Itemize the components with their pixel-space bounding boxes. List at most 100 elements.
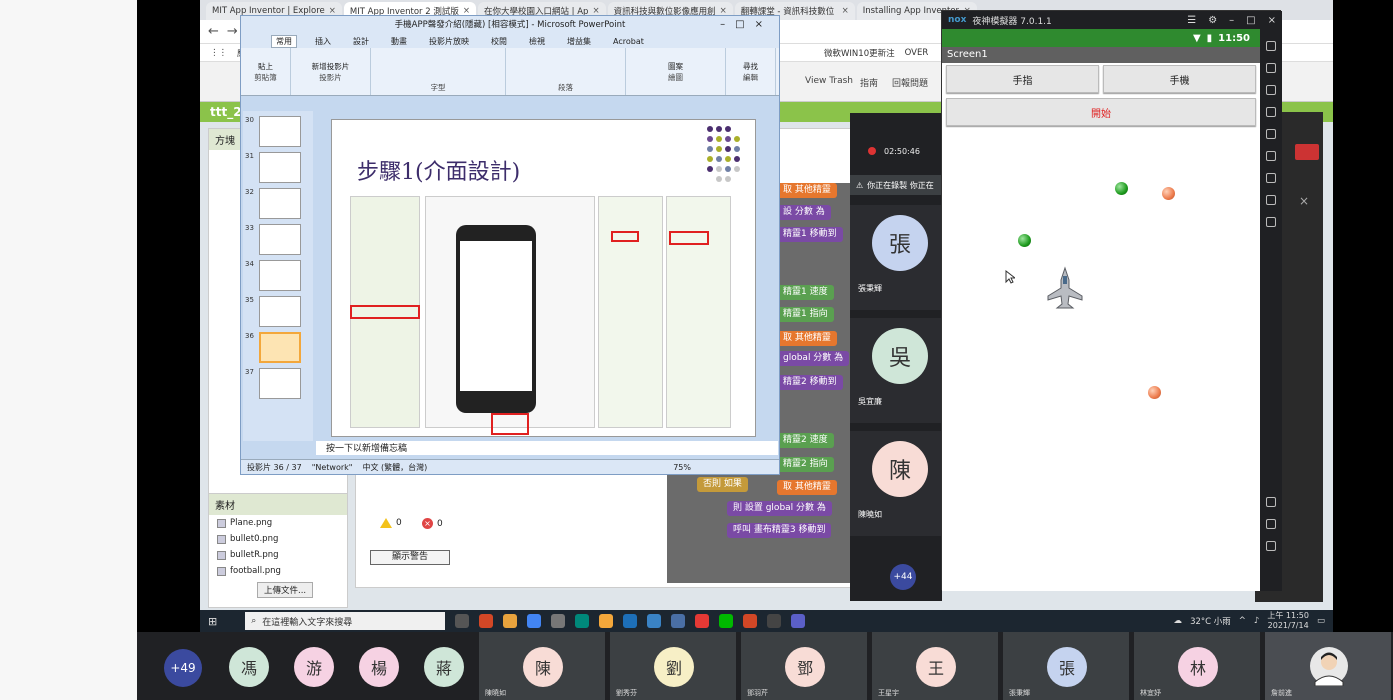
code-block[interactable]: 則 設置 global 分數 為 xyxy=(727,501,832,516)
more-participants-badge[interactable]: +44 xyxy=(890,564,916,590)
participant-tile[interactable]: 劉 劉秀芬 xyxy=(610,632,738,700)
guide-link[interactable]: 指南 xyxy=(860,76,878,89)
app-icon[interactable] xyxy=(575,614,590,628)
window-controls[interactable]: ☰ ⚙ – □ × xyxy=(1187,15,1282,26)
avatar[interactable]: 馮 xyxy=(229,647,269,687)
close-icon[interactable]: × xyxy=(1299,194,1309,208)
slide-thumb[interactable]: 32 xyxy=(245,188,313,219)
app-screen[interactable]: 手指 手機 開始 xyxy=(942,63,1260,591)
forward-icon[interactable]: → xyxy=(227,24,238,39)
slide-thumb[interactable]: 30 xyxy=(245,116,313,147)
view-trash-link[interactable]: View Trash xyxy=(805,76,853,86)
slide-canvas[interactable]: 步驟1(介面設計) xyxy=(331,119,756,437)
media-item[interactable]: bullet0.png xyxy=(209,531,347,547)
participant-tile[interactable]: 陳 陳曉如 xyxy=(850,431,942,536)
app-icon[interactable] xyxy=(695,614,710,628)
find-button[interactable]: 尋找 xyxy=(743,61,758,72)
code-block[interactable]: 精靈2 指向 xyxy=(777,457,834,472)
media-item[interactable]: Plane.png xyxy=(209,515,347,531)
new-slide-button[interactable]: 新增投影片 xyxy=(312,61,350,72)
slide-thumb[interactable]: 35 xyxy=(245,296,313,327)
tab-review[interactable]: 校閱 xyxy=(487,36,511,47)
app-icon[interactable] xyxy=(671,614,686,628)
code-block[interactable]: 取 其他精靈 xyxy=(777,331,837,346)
self-view-tile[interactable]: 詹前進 xyxy=(1265,632,1393,700)
chrome-icon[interactable] xyxy=(527,614,542,628)
tab-insert[interactable]: 插入 xyxy=(311,36,335,47)
paste-button[interactable]: 貼上 xyxy=(258,61,273,72)
code-block[interactable]: 否則 如果 xyxy=(697,477,748,492)
code-block[interactable]: 精靈2 移動到 xyxy=(777,375,843,390)
slide-thumb[interactable]: 37 xyxy=(245,368,313,399)
file-explorer-icon[interactable] xyxy=(503,614,518,628)
orange-ball-sprite[interactable] xyxy=(1162,187,1175,200)
participant-tile[interactable]: 張 張秉輝 xyxy=(850,205,942,310)
code-block[interactable]: global 分數 為 xyxy=(777,351,850,366)
fullscreen-icon[interactable] xyxy=(1266,41,1276,51)
scissors-icon[interactable] xyxy=(1266,195,1276,205)
code-block[interactable]: 精靈2 速度 xyxy=(777,433,834,448)
app-icon[interactable] xyxy=(551,614,566,628)
finger-button[interactable]: 手指 xyxy=(946,65,1099,93)
code-block[interactable]: 呼叫 畫布精靈3 移動到 xyxy=(727,523,832,538)
code-block[interactable]: 精靈1 移動到 xyxy=(777,227,843,242)
code-block[interactable]: 取 其他精靈 xyxy=(777,183,837,198)
app-icon[interactable] xyxy=(743,614,758,628)
notification-icon[interactable]: ▭ xyxy=(1317,616,1325,626)
tab-view[interactable]: 檢視 xyxy=(525,36,549,47)
slide-thumb[interactable]: 33 xyxy=(245,224,313,255)
participant-tile[interactable]: 張 張秉輝 xyxy=(1003,632,1131,700)
chevron-up-icon[interactable]: ^ xyxy=(1239,616,1246,626)
code-block[interactable]: 取 其他精靈 xyxy=(777,480,837,495)
weather-text[interactable]: 32°C 小雨 xyxy=(1190,615,1231,627)
recents-icon[interactable] xyxy=(1266,541,1276,551)
avatar[interactable]: 蔣 xyxy=(424,647,464,687)
app-icon[interactable] xyxy=(599,614,614,628)
slide-thumb[interactable]: 34 xyxy=(245,260,313,291)
back-icon[interactable]: ← xyxy=(208,24,219,39)
code-block[interactable]: 精靈1 指向 xyxy=(777,307,834,322)
screen-icon[interactable] xyxy=(1266,129,1276,139)
apps-icon[interactable]: ⋮⋮ xyxy=(210,48,227,58)
add-apk-icon[interactable] xyxy=(1266,151,1276,161)
media-item[interactable]: football.png xyxy=(209,563,347,579)
avatar[interactable]: 游 xyxy=(294,647,334,687)
lock-icon[interactable] xyxy=(1266,173,1276,183)
volume-up-icon[interactable] xyxy=(1266,85,1276,95)
bookmark[interactable]: 微軟WIN10更新注 xyxy=(824,47,895,59)
green-ball-sprite[interactable] xyxy=(1018,234,1031,247)
show-warnings-button[interactable]: 顯示警告 xyxy=(370,550,450,565)
tab-slideshow[interactable]: 投影片放映 xyxy=(425,36,473,47)
keyboard-icon[interactable] xyxy=(1266,63,1276,73)
weather-icon[interactable]: ☁ xyxy=(1174,616,1183,626)
notes-pane[interactable]: 按一下以新增備忘稿 xyxy=(316,441,778,455)
participant-tile[interactable]: 吳 吳宜廉 xyxy=(850,318,942,423)
speaker-icon[interactable]: ♪ xyxy=(1254,616,1259,626)
tab-home[interactable]: 常用 xyxy=(271,34,297,48)
tab-animation[interactable]: 動畫 xyxy=(387,36,411,47)
volume-down-icon[interactable] xyxy=(1266,107,1276,117)
taskbar-search[interactable]: ⌕ 在這裡輸入文字來搜尋 xyxy=(245,612,446,630)
window-controls[interactable]: –□× xyxy=(720,16,773,34)
code-block[interactable]: 設 分數 為 xyxy=(777,205,831,220)
airplane-sprite[interactable] xyxy=(1046,266,1084,310)
slide-thumb[interactable]: 31 xyxy=(245,152,313,183)
close-icon[interactable]: × xyxy=(842,6,849,16)
green-ball-sprite[interactable] xyxy=(1115,182,1128,195)
zoom-level[interactable]: 75% xyxy=(673,463,779,472)
shapes-button[interactable]: 圖案 xyxy=(668,61,683,72)
media-item[interactable]: bulletR.png xyxy=(209,547,347,563)
clock[interactable]: 上午 11:50 2021/7/14 xyxy=(1267,611,1309,631)
start-button[interactable]: 開始 xyxy=(946,98,1256,126)
participant-tile[interactable]: 林 林宜妤 xyxy=(1134,632,1262,700)
app-icon[interactable] xyxy=(647,614,662,628)
task-view-icon[interactable] xyxy=(455,614,470,628)
code-block[interactable]: 精靈1 速度 xyxy=(777,285,834,300)
app-icon[interactable] xyxy=(623,614,638,628)
participant-tile[interactable]: 王 王星宇 xyxy=(872,632,1000,700)
tab-design[interactable]: 設計 xyxy=(349,36,373,47)
report-link[interactable]: 回報問題 xyxy=(892,76,928,89)
chevron-down-icon[interactable] xyxy=(1295,144,1319,160)
participant-tile[interactable]: 鄧 鄧羽芹 xyxy=(741,632,869,700)
tab-addins[interactable]: 增益集 xyxy=(563,36,595,47)
